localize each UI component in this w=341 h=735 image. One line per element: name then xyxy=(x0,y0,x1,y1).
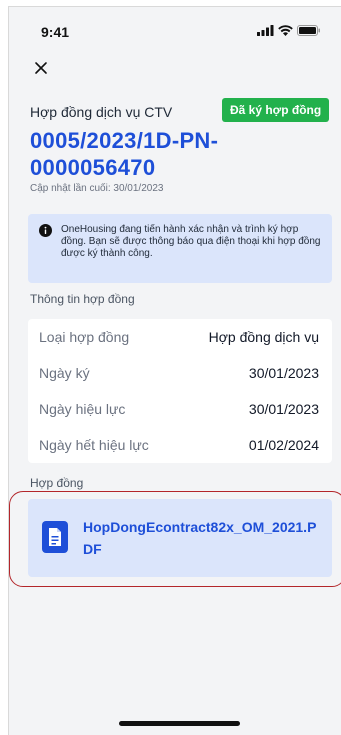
contract-info-heading: Thông tin hợp đồng xyxy=(30,292,135,306)
last-updated-text: Cập nhật lần cuối: 30/01/2023 xyxy=(30,183,164,194)
status-icons xyxy=(257,25,321,36)
app-screen: 9:41 Hợp đồng dịch vụ CTV Đã ký hợp đồng… xyxy=(8,6,341,735)
info-value: Hợp đồng dịch vụ xyxy=(208,329,319,345)
close-button[interactable] xyxy=(30,57,52,79)
contract-info-card: Loại hợp đồng Hợp đồng dịch vụ Ngày ký 3… xyxy=(28,319,332,463)
info-label: Ngày hết hiệu lực xyxy=(39,437,149,453)
cellular-signal-icon xyxy=(257,25,274,36)
file-name: HopDongEcontract82x_OM_2021.PDF xyxy=(83,519,317,557)
contract-file-link[interactable]: HopDongEcontract82x_OM_2021.PDF xyxy=(28,499,332,577)
document-icon xyxy=(42,521,68,553)
status-badge: Đã ký hợp đồng xyxy=(222,98,330,122)
info-icon xyxy=(39,224,52,241)
info-value: 01/02/2024 xyxy=(248,437,319,453)
page-title: Hợp đồng dịch vụ CTV xyxy=(30,104,173,120)
wifi-icon xyxy=(278,25,293,36)
info-row-expiry-date: Ngày hết hiệu lực 01/02/2024 xyxy=(28,427,332,463)
home-indicator xyxy=(119,721,240,726)
info-label: Ngày ký xyxy=(39,365,90,381)
status-time: 9:41 xyxy=(41,24,70,40)
contract-number: 0005/2023/1D-PN-0000056470 xyxy=(30,128,219,180)
info-row-contract-type: Loại hợp đồng Hợp đồng dịch vụ xyxy=(28,319,332,355)
close-icon xyxy=(35,62,47,74)
info-value: 30/01/2023 xyxy=(248,365,319,381)
status-bar: 9:41 xyxy=(9,7,341,51)
battery-icon xyxy=(297,25,321,36)
notice-text: OneHousing đang tiến hành xác nhận và tr… xyxy=(61,224,321,259)
info-row-effective-date: Ngày hiệu lực 30/01/2023 xyxy=(28,391,332,427)
info-label: Ngày hiệu lực xyxy=(39,401,126,417)
notice-box: OneHousing đang tiến hành xác nhận và tr… xyxy=(28,214,332,283)
info-row-sign-date: Ngày ký 30/01/2023 xyxy=(28,355,332,391)
info-value: 30/01/2023 xyxy=(248,401,319,417)
contract-file-heading: Hợp đồng xyxy=(30,476,84,490)
info-label: Loại hợp đồng xyxy=(39,329,130,345)
